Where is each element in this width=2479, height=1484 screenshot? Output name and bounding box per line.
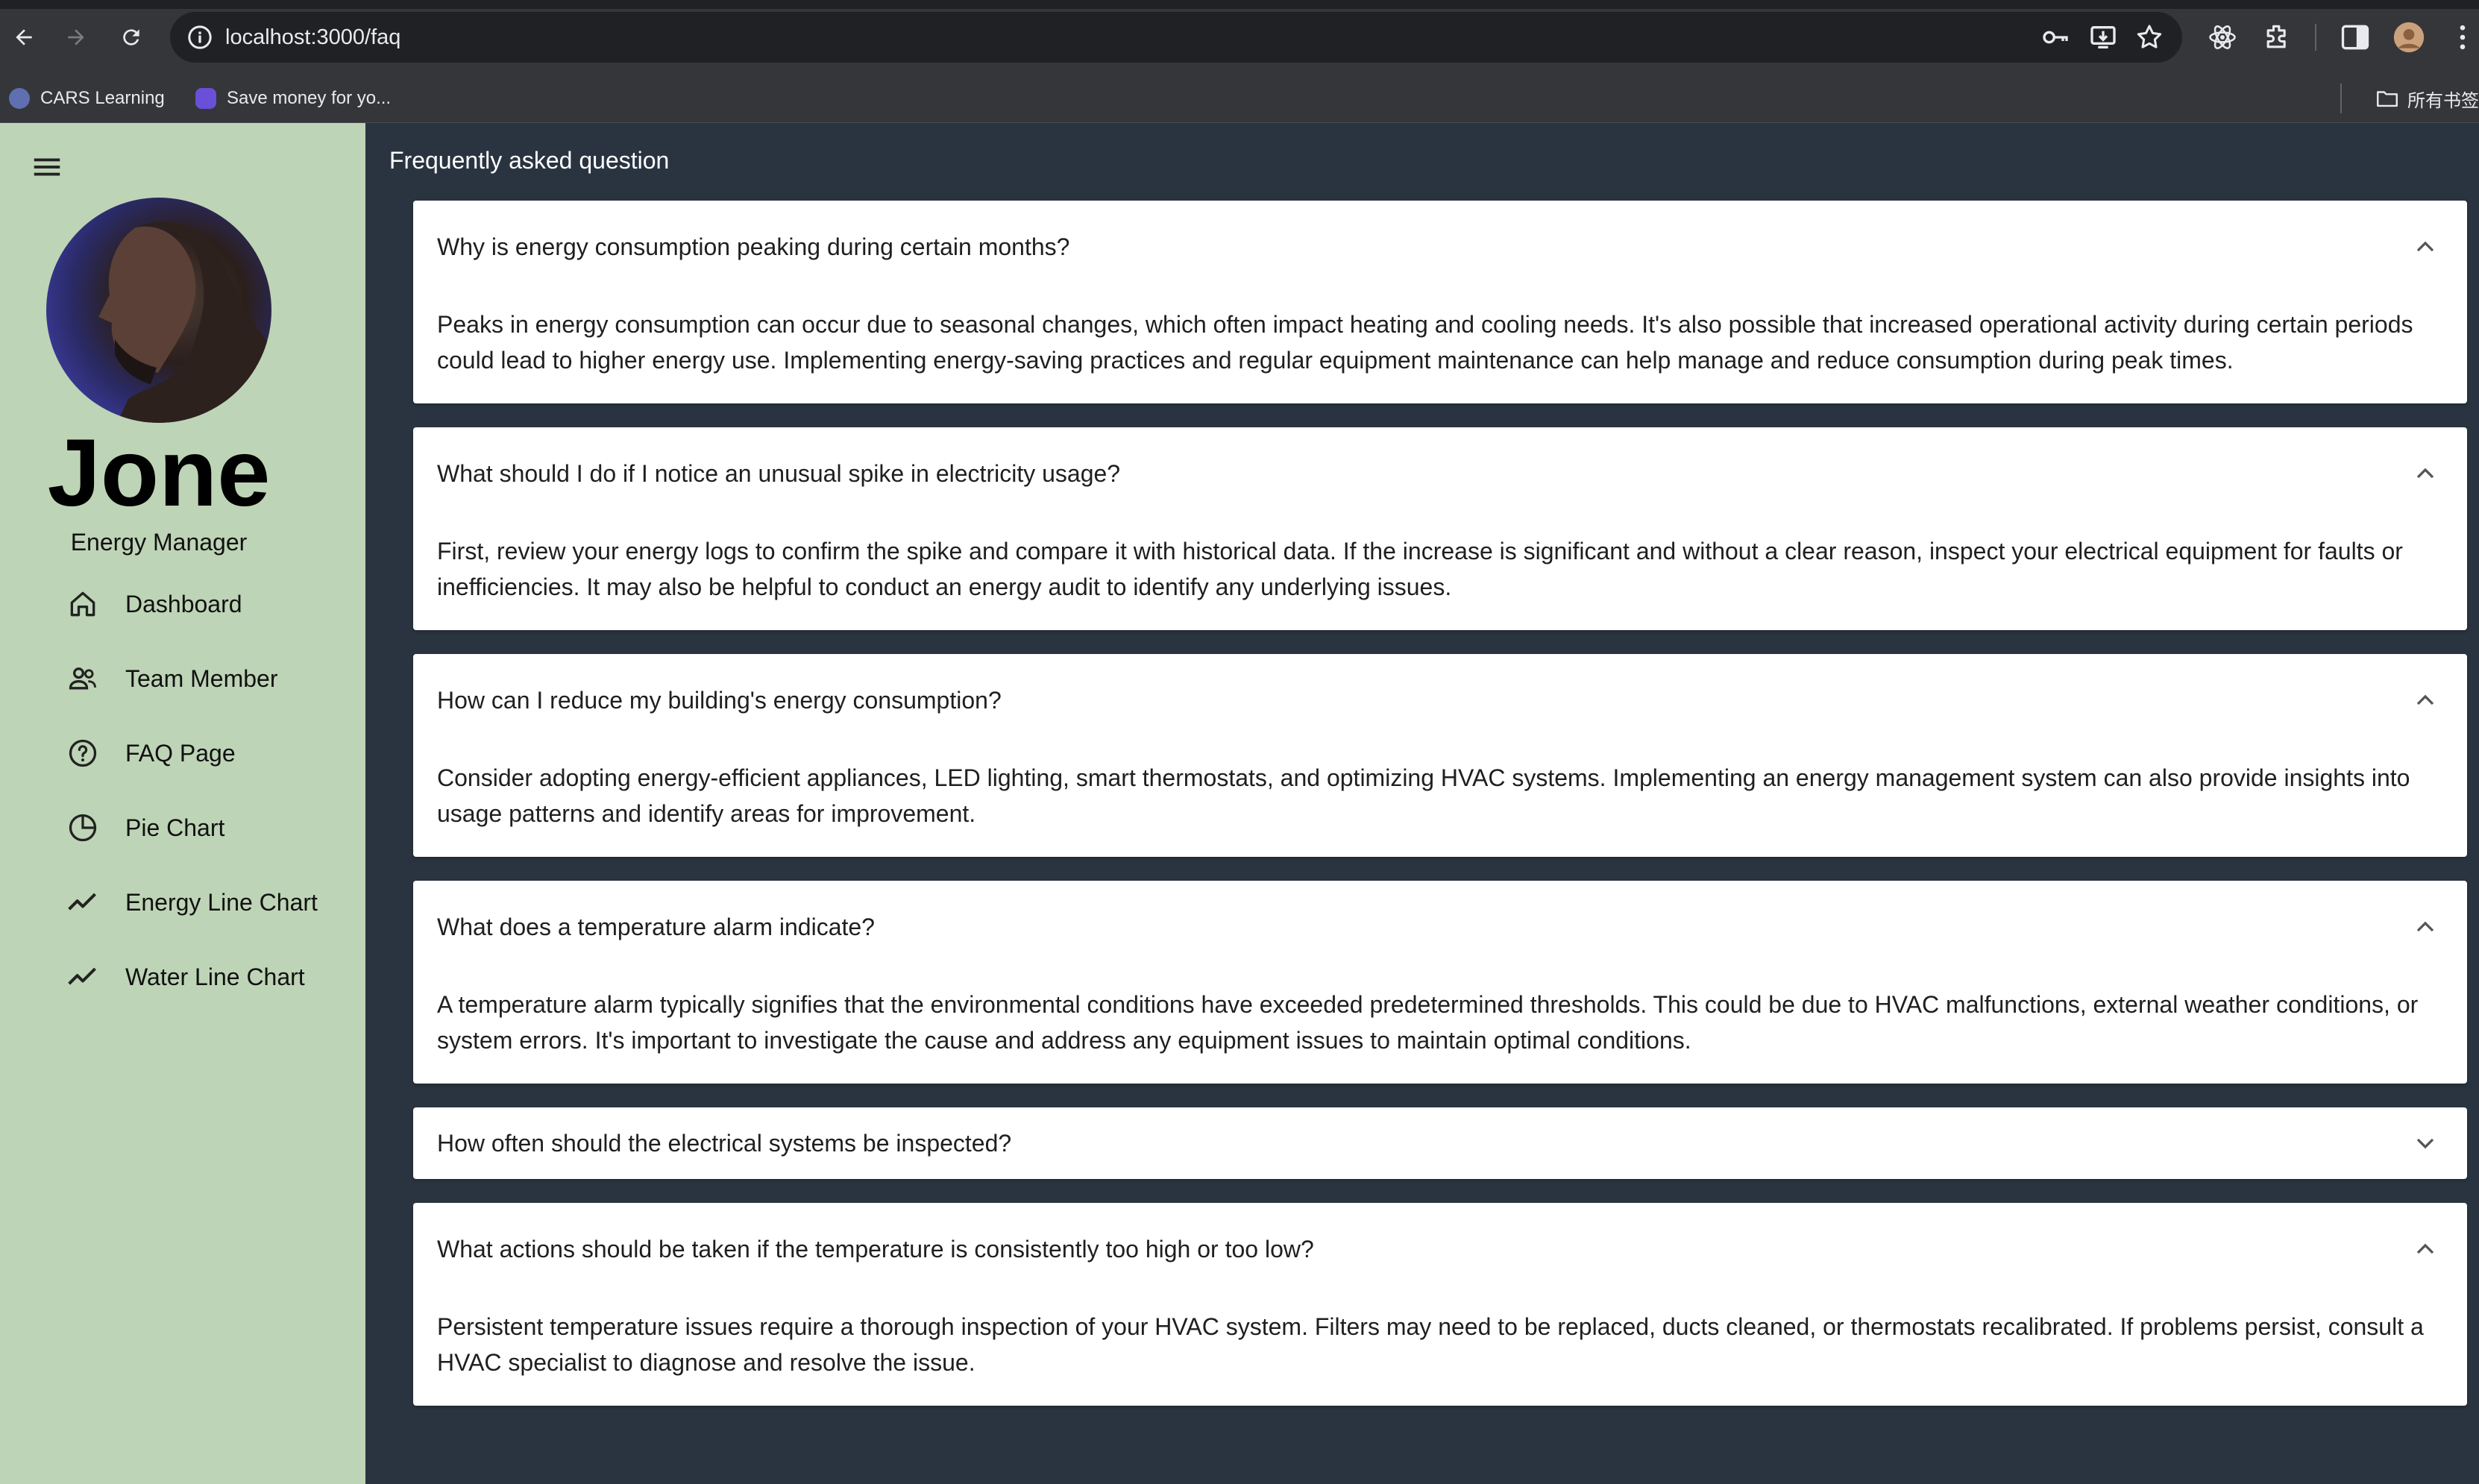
bookmark-label: CARS Learning xyxy=(40,88,165,108)
faq-answer: A temperature alarm typically signifies … xyxy=(437,991,2419,1054)
sidebar-item-dashboard[interactable]: Dashboard xyxy=(0,570,365,638)
avatar xyxy=(46,198,271,423)
trend-line-icon xyxy=(64,884,101,921)
faq-question[interactable]: How often should the electrical systems … xyxy=(437,1107,1011,1179)
trend-line-icon xyxy=(64,958,101,996)
faq-question[interactable]: What actions should be taken if the temp… xyxy=(437,1203,1314,1295)
pie-chart-icon xyxy=(64,809,101,846)
faq-item[interactable]: What actions should be taken if the temp… xyxy=(413,1203,2467,1406)
faq-answer: Persistent temperature issues require a … xyxy=(437,1313,2424,1376)
sidebar-item-team-member[interactable]: Team Member xyxy=(0,645,365,712)
profile-avatar-icon[interactable] xyxy=(2392,21,2425,54)
faq-question[interactable]: How can I reduce my building's energy co… xyxy=(437,654,1002,746)
chevron-up-icon[interactable] xyxy=(2410,685,2440,715)
faq-answer: First, review your energy logs to confir… xyxy=(437,538,2403,600)
faq-answer: Consider adopting energy-efficient appli… xyxy=(437,764,2410,827)
chevron-up-icon[interactable] xyxy=(2410,912,2440,942)
faq-question[interactable]: What should I do if I notice an unusual … xyxy=(437,427,1120,520)
sidebar-item-label: Team Member xyxy=(125,664,278,692)
faq-answer: Peaks in energy consumption can occur du… xyxy=(437,311,2413,374)
url-text[interactable]: localhost:3000/faq xyxy=(225,22,400,52)
bookmarks-bar: CARS Learning Save money for yo... 所有书签 xyxy=(0,75,2479,123)
sidebar-item-energy-line-chart[interactable]: Energy Line Chart xyxy=(0,869,365,936)
react-devtools-icon[interactable] xyxy=(2206,21,2239,54)
faq-question[interactable]: What does a temperature alarm indicate? xyxy=(437,881,875,973)
back-icon[interactable] xyxy=(7,21,40,54)
tab-strip xyxy=(0,0,2479,9)
page-title: Frequently asked question xyxy=(389,147,670,174)
faq-item[interactable]: How can I reduce my building's energy co… xyxy=(413,654,2467,857)
chevron-up-icon[interactable] xyxy=(2410,459,2440,488)
people-icon xyxy=(64,660,101,697)
all-bookmarks-folder[interactable]: 所有书签 xyxy=(2375,84,2479,113)
bookmark-star-icon[interactable] xyxy=(2134,22,2164,52)
main-content: Frequently asked question Why is energy … xyxy=(365,123,2479,1484)
toolbar-divider xyxy=(2315,24,2316,51)
faq-item[interactable]: Why is energy consumption peaking during… xyxy=(413,201,2467,403)
extensions-icon[interactable] xyxy=(2261,21,2294,54)
faq-item[interactable]: What does a temperature alarm indicate? … xyxy=(413,881,2467,1084)
sidebar-item-label: Energy Line Chart xyxy=(125,888,318,916)
side-panel-icon[interactable] xyxy=(2339,21,2372,54)
bookmark-save-money[interactable]: Save money for yo... xyxy=(195,84,391,113)
install-app-icon[interactable] xyxy=(2088,22,2118,52)
chevron-down-icon[interactable] xyxy=(2410,1128,2440,1158)
sidebar-item-water-line-chart[interactable]: Water Line Chart xyxy=(0,943,365,1010)
forward-icon[interactable] xyxy=(60,21,92,54)
user-role: Energy Manager xyxy=(70,529,248,556)
menu-toggle-icon[interactable] xyxy=(30,150,64,184)
user-name: Jone xyxy=(47,420,271,526)
sidebar-item-pie-chart[interactable]: Pie Chart xyxy=(0,794,365,861)
site-info-icon[interactable] xyxy=(185,22,215,52)
sidebar-item-label: Water Line Chart xyxy=(125,963,305,990)
folder-icon xyxy=(2377,91,2398,107)
bookmark-cars-learning[interactable]: CARS Learning xyxy=(9,84,165,113)
bookmarks-folder-label: 所有书签 xyxy=(2407,90,2479,111)
help-circle-icon xyxy=(64,735,101,772)
sidebar-item-label: FAQ Page xyxy=(125,739,236,767)
browser-menu-icon[interactable] xyxy=(2446,21,2479,54)
key-icon[interactable] xyxy=(2040,22,2070,52)
globe-icon xyxy=(9,88,30,109)
sidebar-item-label: Pie Chart xyxy=(125,814,225,841)
faq-item[interactable]: How often should the electrical systems … xyxy=(413,1107,2467,1179)
home-icon xyxy=(64,585,101,623)
faq-question[interactable]: Why is energy consumption peaking during… xyxy=(437,201,1069,293)
sidebar: Jone Energy Manager Dashboard Team Membe… xyxy=(0,123,365,1484)
faq-item[interactable]: What should I do if I notice an unusual … xyxy=(413,427,2467,630)
bookmark-label: Save money for yo... xyxy=(227,88,392,108)
chevron-up-icon[interactable] xyxy=(2410,232,2440,262)
address-bar[interactable]: localhost:3000/faq xyxy=(170,12,2182,63)
sidebar-item-label: Dashboard xyxy=(125,590,242,617)
reload-icon[interactable] xyxy=(115,21,148,54)
sidebar-item-faq-page[interactable]: FAQ Page xyxy=(0,720,365,787)
bookmarks-divider xyxy=(2340,84,2342,113)
site-favicon-icon xyxy=(195,88,216,109)
chevron-up-icon[interactable] xyxy=(2410,1234,2440,1264)
browser-toolbar: localhost:3000/faq xyxy=(0,0,2479,75)
